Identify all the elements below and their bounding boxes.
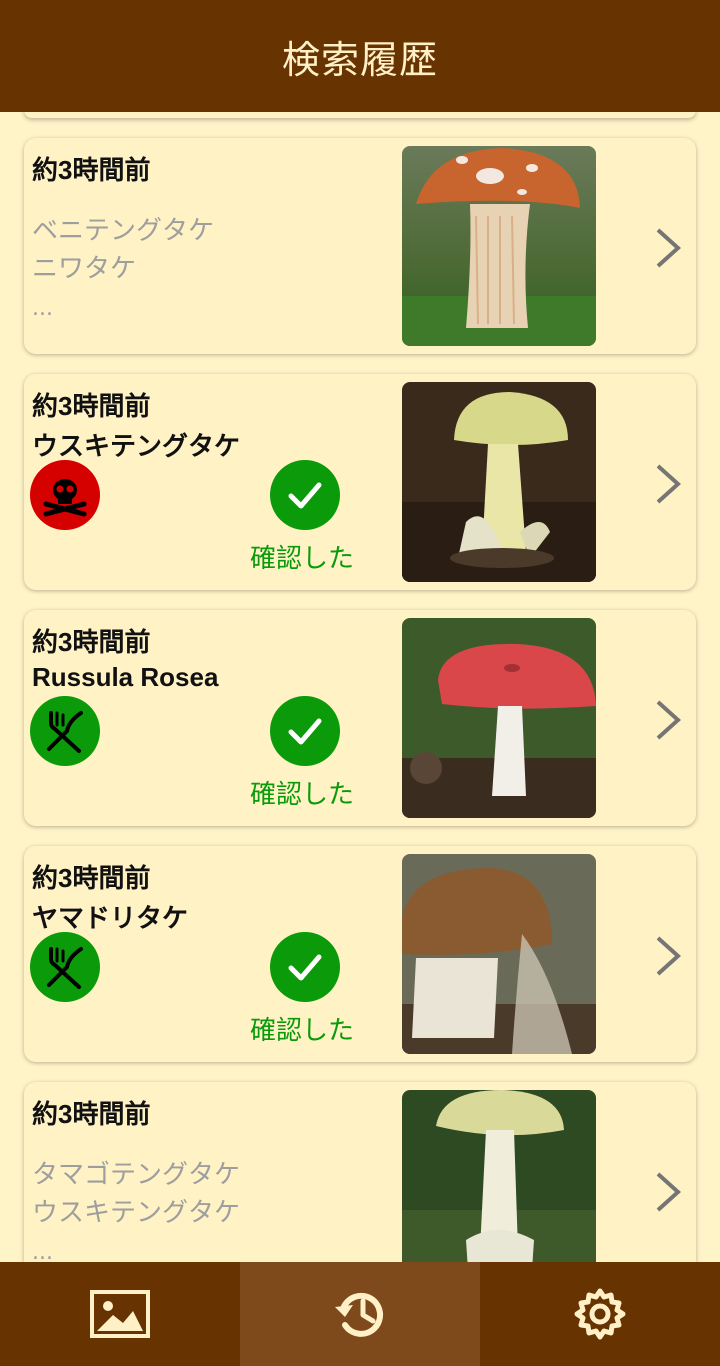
check-icon xyxy=(270,932,340,1002)
history-time: 約3時間前 xyxy=(32,391,151,421)
poison-skull-icon xyxy=(30,460,100,530)
history-time: 約3時間前 xyxy=(32,1099,151,1129)
image-gallery-icon xyxy=(90,1290,150,1338)
history-card[interactable]: 約3時間前 ベニテングタケ ニワタケ ... xyxy=(24,138,696,354)
mushroom-name: Russula Rosea xyxy=(32,662,219,692)
mushroom-thumbnail xyxy=(402,618,596,818)
nav-history-tab[interactable] xyxy=(240,1262,480,1366)
settings-icon xyxy=(574,1288,626,1340)
nav-gallery-tab[interactable] xyxy=(0,1262,240,1366)
chevron-right-icon[interactable] xyxy=(648,1168,688,1216)
history-time: 約3時間前 xyxy=(32,627,151,657)
candidate-name: ベニテングタケ xyxy=(32,215,215,245)
confirmed-label: 確認した xyxy=(250,543,355,573)
mushroom-thumbnail xyxy=(402,1090,596,1262)
mushroom-thumbnail xyxy=(402,146,596,346)
chevron-right-icon[interactable] xyxy=(648,460,688,508)
bottom-navigation xyxy=(0,1262,720,1366)
history-list[interactable]: 約3時間前 ベニテングタケ ニワタケ ... 約3時間前 ウスキテングタケ 確認… xyxy=(0,112,720,1262)
chevron-right-icon[interactable] xyxy=(648,932,688,980)
mushroom-name: ヤマドリタケ xyxy=(32,903,189,933)
mushroom-name: ウスキテングタケ xyxy=(32,431,241,461)
candidate-name: ウスキテングタケ xyxy=(32,1197,241,1227)
more-candidates: ... xyxy=(32,296,53,321)
chevron-right-icon[interactable] xyxy=(648,224,688,272)
previous-card-edge xyxy=(24,112,696,118)
mushroom-thumbnail xyxy=(402,854,596,1054)
more-candidates: ... xyxy=(32,1240,53,1262)
history-time: 約3時間前 xyxy=(32,155,151,185)
check-icon xyxy=(270,696,340,766)
history-time: 約3時間前 xyxy=(32,863,151,893)
candidate-name: タマゴテングタケ xyxy=(32,1159,241,1189)
check-icon xyxy=(270,460,340,530)
history-card[interactable]: 約3時間前 ヤマドリタケ 確認した xyxy=(24,846,696,1062)
edible-fork-knife-icon xyxy=(30,696,100,766)
mushroom-thumbnail xyxy=(402,382,596,582)
chevron-right-icon[interactable] xyxy=(648,696,688,744)
history-icon xyxy=(335,1292,384,1337)
nav-settings-tab[interactable] xyxy=(480,1262,720,1366)
history-card[interactable]: 約3時間前 ウスキテングタケ 確認した xyxy=(24,374,696,590)
confirmed-label: 確認した xyxy=(250,1015,355,1045)
page-title: 検索履歴 xyxy=(281,37,438,82)
candidate-name: ニワタケ xyxy=(32,253,137,283)
edible-fork-knife-icon xyxy=(30,932,100,1002)
history-card[interactable]: 約3時間前 タマゴテングタケ ウスキテングタケ ... xyxy=(24,1082,696,1262)
history-card[interactable]: 約3時間前 Russula Rosea 確認した xyxy=(24,610,696,826)
confirmed-label: 確認した xyxy=(250,779,355,809)
app-bar: 検索履歴 xyxy=(0,0,720,112)
